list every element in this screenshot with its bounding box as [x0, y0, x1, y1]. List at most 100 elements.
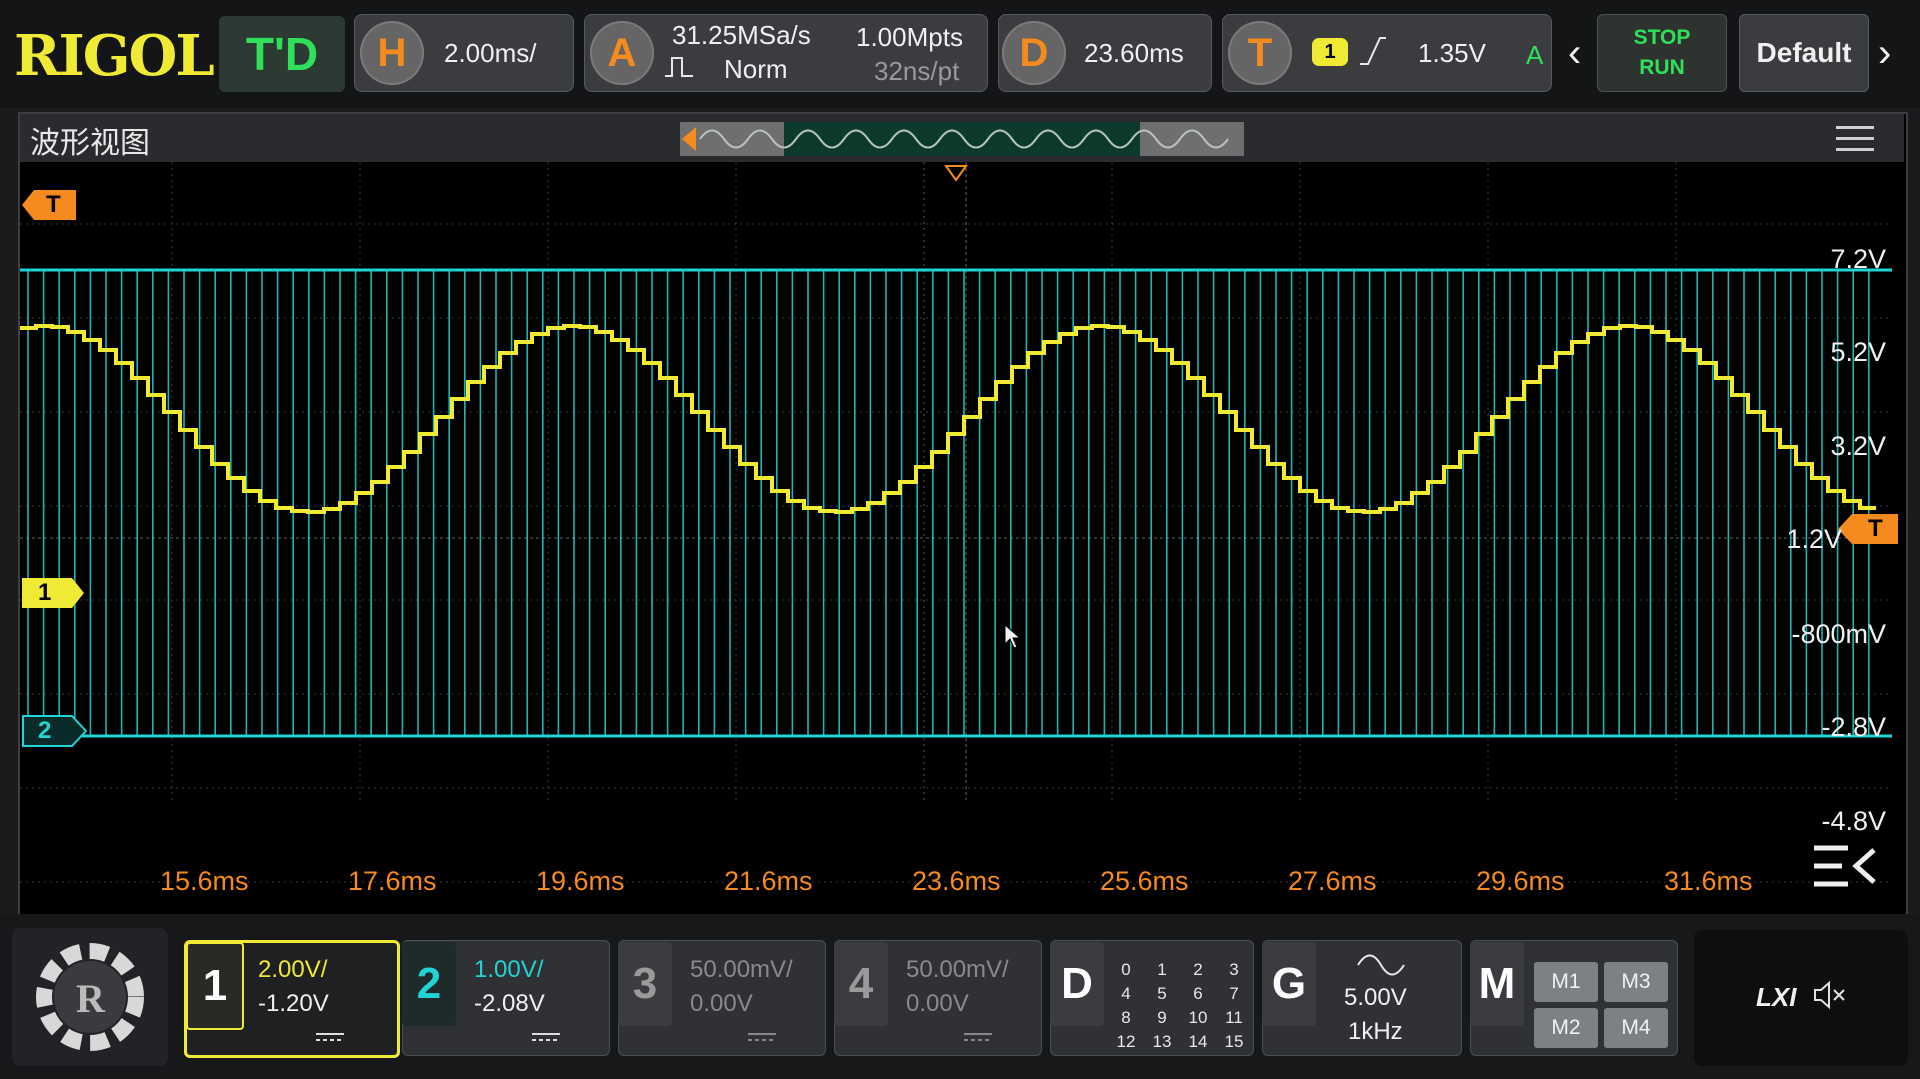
time-label: 21.6ms: [724, 866, 813, 896]
volt-label: -800mV: [1791, 619, 1886, 649]
ch1-offset-label: 1: [38, 579, 52, 606]
ch2-offset-label: 2: [38, 717, 52, 744]
time-label: 19.6ms: [536, 866, 625, 896]
trigger-level: 1.35V: [1418, 38, 1486, 68]
ch2-scale: 1.00V/: [474, 956, 544, 983]
chevron-right-icon[interactable]: ›: [1878, 14, 1891, 92]
time-label: 23.6ms: [912, 866, 1001, 896]
time-label: 17.6ms: [348, 866, 437, 896]
delay-offset: 23.60ms: [1084, 38, 1184, 68]
pulse-icon: [664, 54, 694, 78]
math-m4-button[interactable]: M4: [1604, 1008, 1668, 1048]
digital-bit: 0: [1121, 960, 1131, 979]
menu-icon[interactable]: [1836, 126, 1874, 152]
ch3-scale: 50.00mV/: [690, 956, 793, 983]
digital-key: D: [1050, 942, 1104, 1026]
acquire-key[interactable]: A: [590, 21, 654, 85]
svg-text:R: R: [76, 976, 106, 1021]
volt-label: 3.2V: [1830, 431, 1886, 461]
ch1-number: 1: [186, 942, 244, 1030]
generator-key: G: [1262, 942, 1316, 1026]
ch3-number: 3: [618, 942, 672, 1026]
rigol-logo: RIGOL: [14, 23, 215, 89]
ch1-offset-marker[interactable]: [22, 576, 86, 610]
delay-key[interactable]: D: [1002, 21, 1066, 85]
chevron-left-icon[interactable]: ‹: [1568, 14, 1581, 92]
digital-bit: 1: [1157, 960, 1167, 979]
digital-bit: 10: [1188, 1008, 1208, 1027]
digital-bit: 9: [1157, 1008, 1167, 1027]
dc-coupling-icon: [964, 1030, 992, 1042]
memory-depth: 1.00Mpts: [856, 22, 963, 52]
run-label: RUN: [1639, 56, 1685, 79]
ch2-number: 2: [402, 942, 456, 1026]
trigger-time-label: T: [46, 191, 61, 218]
volt-label: 5.2V: [1830, 337, 1886, 367]
gear-icon: R: [36, 943, 144, 1051]
digital-bit: 14: [1188, 1032, 1208, 1051]
digital-bit: 7: [1229, 984, 1239, 1003]
ch2-offset: -2.08V: [474, 990, 545, 1017]
horizontal-key[interactable]: H: [360, 21, 424, 85]
trigger-position-marker: [944, 165, 968, 182]
digital-bit: 6: [1193, 984, 1203, 1003]
volt-label: -4.8V: [1821, 806, 1886, 836]
digital-bit: 5: [1157, 984, 1167, 1003]
volt-label: -2.8V: [1821, 712, 1886, 742]
digital-bit: 3: [1229, 960, 1239, 979]
time-label: 15.6ms: [160, 866, 249, 896]
digital-bit: 12: [1116, 1032, 1136, 1051]
horizontal-scale: 2.00ms/: [444, 38, 537, 68]
status-area: [1694, 930, 1908, 1066]
math-m3-button[interactable]: M3: [1604, 962, 1668, 1002]
trigger-sweep: A: [1526, 40, 1544, 70]
ch1-offset: -1.20V: [258, 990, 329, 1017]
trigger-key[interactable]: T: [1228, 21, 1292, 85]
default-button[interactable]: Default: [1739, 14, 1869, 92]
time-label: 29.6ms: [1476, 866, 1565, 896]
volt-label: 1.2V: [1786, 524, 1842, 554]
dc-coupling-icon: [316, 1030, 344, 1042]
rising-edge-icon: [1358, 34, 1388, 68]
digital-bit: 13: [1152, 1032, 1172, 1051]
ch1-scale: 2.00V/: [258, 956, 328, 983]
time-label: 31.6ms: [1664, 866, 1753, 896]
trigger-level-label: T: [1868, 515, 1883, 542]
math-m2-button[interactable]: M2: [1534, 1008, 1598, 1048]
acquire-mode: Norm: [724, 54, 788, 84]
ch4-number: 4: [834, 942, 888, 1026]
home-button[interactable]: R: [12, 928, 168, 1066]
trigger-source-badge: 1: [1312, 38, 1348, 66]
ch3-offset: 0.00V: [690, 990, 753, 1017]
mute-icon[interactable]: [1812, 980, 1848, 1010]
waveform-plot[interactable]: [20, 162, 1902, 910]
digital-bit: 15: [1224, 1032, 1244, 1051]
ch4-offset: 0.00V: [906, 990, 969, 1017]
collapse-menu-icon[interactable]: [1812, 842, 1878, 890]
math-m1-button[interactable]: M1: [1534, 962, 1598, 1002]
mode-button[interactable]: T'D: [219, 16, 345, 92]
math-key: M: [1470, 942, 1524, 1026]
ch2-offset-marker[interactable]: [22, 714, 88, 748]
digital-bit: 8: [1121, 1008, 1131, 1027]
dc-coupling-icon: [532, 1030, 560, 1042]
waveform-window-title: 波形视图: [30, 127, 150, 160]
lxi-label: LXI: [1756, 982, 1797, 1012]
sample-rate: 31.25MSa/s: [672, 20, 811, 50]
generator-amplitude: 5.00V: [1344, 984, 1407, 1011]
sine-wave-icon: [1356, 952, 1406, 978]
time-label: 27.6ms: [1288, 866, 1377, 896]
digital-channel-grid: 0123 4567 8 9 10 11 12 13 14 15: [1108, 958, 1258, 1054]
digital-bit: 11: [1225, 1008, 1243, 1027]
dc-coupling-icon: [748, 1030, 776, 1042]
volt-label: 7.2V: [1830, 244, 1886, 274]
stop-run-button[interactable]: STOP RUN: [1597, 14, 1727, 92]
digital-bit: 4: [1121, 984, 1131, 1003]
generator-frequency: 1kHz: [1348, 1018, 1403, 1045]
ch2-trace: [20, 268, 1892, 738]
time-label: 25.6ms: [1100, 866, 1189, 896]
mouse-cursor-icon: [1004, 623, 1022, 650]
memory-overview-bar[interactable]: [680, 122, 1244, 156]
ch4-scale: 50.00mV/: [906, 956, 1009, 983]
time-per-point: 32ns/pt: [874, 56, 960, 86]
